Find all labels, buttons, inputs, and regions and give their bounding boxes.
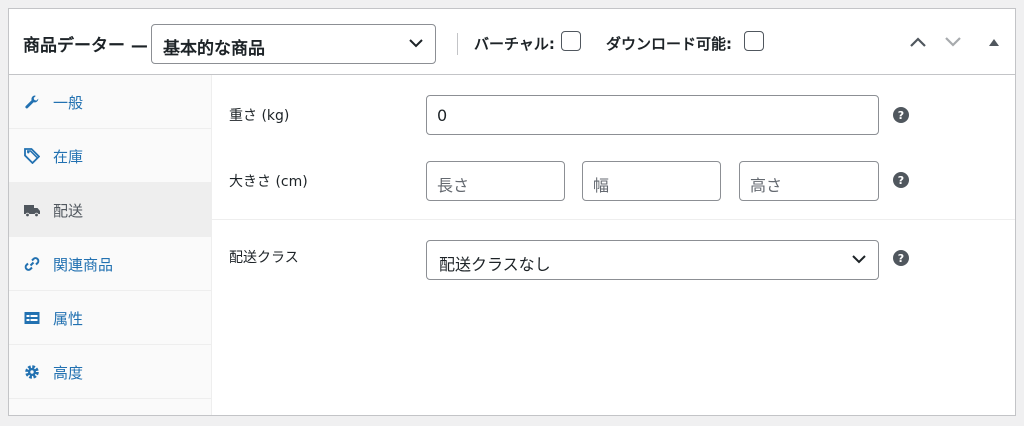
shipping-class-select[interactable]: 配送クラスなし — [426, 240, 879, 280]
svg-text:?: ? — [898, 174, 904, 187]
svg-text:?: ? — [898, 109, 904, 122]
tab-inventory[interactable]: 在庫 — [9, 129, 211, 183]
shipping-class-label: 配送クラス — [229, 250, 299, 266]
gear-icon — [25, 365, 39, 379]
product-data-panel: 商品データー — 基本的な商品 バーチャル: ダウンロード可能: 一般 在庫 配… — [8, 8, 1016, 416]
length-placeholder: 長さ — [437, 176, 470, 195]
tab-label: 高度 — [53, 364, 84, 382]
width-input[interactable]: 幅 — [582, 161, 721, 201]
list-icon — [24, 312, 40, 324]
move-up-icon[interactable] — [909, 36, 927, 48]
tab-label: 配送 — [53, 202, 84, 220]
height-placeholder: 高さ — [750, 176, 783, 195]
weight-label: 重さ (kg) — [229, 108, 290, 124]
tab-label: 一般 — [53, 94, 84, 112]
tab-general[interactable]: 一般 — [9, 75, 211, 129]
header-separator — [457, 33, 458, 55]
product-data-tabs: 一般 在庫 配送 関連商品 属性 高度 — [9, 75, 212, 415]
move-down-icon[interactable] — [944, 36, 962, 48]
length-input[interactable]: 長さ — [426, 161, 565, 201]
virtual-checkbox[interactable] — [561, 31, 581, 51]
weight-input[interactable]: 0 — [426, 95, 879, 135]
help-icon[interactable]: ? — [893, 250, 909, 266]
tab-linked-products[interactable]: 関連商品 — [9, 237, 211, 291]
downloadable-label: ダウンロード可能: — [606, 35, 732, 53]
collapse-icon[interactable] — [988, 38, 1000, 47]
panel-header: 商品データー — 基本的な商品 バーチャル: ダウンロード可能: — [9, 9, 1015, 75]
tag-icon — [24, 148, 40, 164]
height-input[interactable]: 高さ — [739, 161, 879, 201]
tab-label: 属性 — [53, 310, 84, 328]
truck-icon — [24, 205, 40, 218]
tab-attributes[interactable]: 属性 — [9, 291, 211, 345]
link-icon — [24, 257, 40, 271]
dimensions-label: 大きさ (cm) — [229, 174, 308, 190]
wrench-icon — [25, 95, 39, 109]
help-icon[interactable]: ? — [893, 107, 909, 123]
product-type-value: 基本的な商品 — [163, 39, 265, 59]
tab-advanced[interactable]: 高度 — [9, 345, 211, 399]
downloadable-checkbox[interactable] — [744, 31, 764, 51]
virtual-label: バーチャル: — [474, 35, 555, 53]
width-placeholder: 幅 — [593, 176, 610, 195]
tab-label: 在庫 — [53, 148, 84, 166]
tab-label: 関連商品 — [53, 256, 114, 274]
section-divider — [212, 219, 1015, 220]
tab-shipping[interactable]: 配送 — [9, 183, 211, 237]
shipping-class-value: 配送クラスなし — [439, 255, 551, 274]
svg-text:?: ? — [898, 252, 904, 265]
weight-value: 0 — [437, 106, 448, 125]
chevron-down-icon — [852, 255, 866, 264]
help-icon[interactable]: ? — [893, 172, 909, 188]
panel-title: 商品データー — — [23, 36, 148, 56]
chevron-down-icon — [409, 39, 423, 48]
product-type-select[interactable]: 基本的な商品 — [151, 24, 436, 64]
